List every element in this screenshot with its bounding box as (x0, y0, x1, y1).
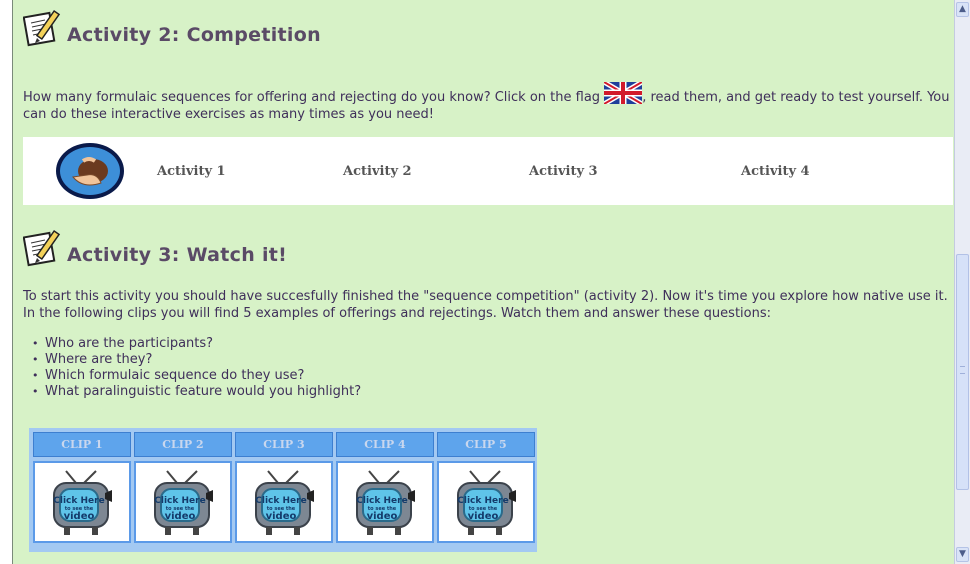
clip-4: CLIP 4 Click Here to see the video (336, 432, 434, 543)
tv-button-video: video (367, 511, 398, 522)
tv-button-text: Click Here (255, 496, 306, 506)
clip-video-button[interactable]: Click Here to see the video (33, 461, 131, 543)
question-item: Which formulaic sequence do they use? (32, 368, 361, 384)
scroll-down-arrow-icon[interactable]: ▼ (956, 547, 969, 562)
clip-header: CLIP 3 (235, 432, 333, 457)
clip-5: CLIP 5 Click Here to see the video (437, 432, 535, 543)
tv-click-here-icon[interactable]: Click Here to see the video (351, 469, 419, 537)
tv-click-here-icon[interactable]: Click Here to see the video (149, 469, 217, 537)
activity-3-link[interactable]: Activity 3 (529, 164, 598, 179)
clips-table: CLIP 1 Click Here to see the video CLIP … (29, 428, 537, 552)
question-item: Who are the participants? (32, 336, 361, 352)
tv-click-here-icon[interactable]: Click Here to see the video (48, 469, 116, 537)
activities-bar: Activity 1 Activity 2 Activity 3 Activit… (23, 137, 953, 205)
clip-video-button[interactable]: Click Here to see the video (437, 461, 535, 543)
question-item: What paralinguistic feature would you hi… (32, 384, 361, 400)
clip-3: CLIP 3 Click Here to see the video (235, 432, 333, 543)
clip-video-button[interactable]: Click Here to see the video (134, 461, 232, 543)
activity3-title: Activity 3: Watch it! (67, 244, 288, 266)
tv-button-video: video (468, 511, 499, 522)
clip-2: CLIP 2 Click Here to see the video (134, 432, 232, 543)
page-content: Activity 2: Competition How many formula… (12, 0, 961, 564)
tv-button-video: video (64, 511, 95, 522)
activity-1-link[interactable]: Activity 1 (157, 164, 226, 179)
activity2-description: How many formulaic sequences for offerin… (23, 79, 953, 123)
activity-2-link[interactable]: Activity 2 (343, 164, 412, 179)
scrollbar-thumb[interactable] (956, 254, 969, 490)
activity3-description: To start this activity you should have s… (23, 289, 948, 321)
activity-4-link[interactable]: Activity 4 (741, 164, 810, 179)
clip-header: CLIP 4 (336, 432, 434, 457)
tv-click-here-icon[interactable]: Click Here to see the video (250, 469, 318, 537)
tv-button-text: Click Here (356, 496, 407, 506)
scroll-up-arrow-icon[interactable]: ▲ (956, 2, 969, 17)
activity2-text-part1: How many formulaic sequences for offerin… (23, 90, 605, 105)
clip-1: CLIP 1 Click Here to see the video (33, 432, 131, 543)
notepad-pencil-icon (22, 228, 63, 268)
browser-frame: Activity 2: Competition How many formula… (0, 0, 970, 564)
clip-video-button[interactable]: Click Here to see the video (235, 461, 333, 543)
question-item: Where are they? (32, 352, 361, 368)
notepad-pencil-icon (22, 8, 63, 48)
tv-click-here-icon[interactable]: Click Here to see the video (452, 469, 520, 537)
tv-button-text: Click Here (154, 496, 205, 506)
tv-button-video: video (266, 511, 297, 522)
clip-video-button[interactable]: Click Here to see the video (336, 461, 434, 543)
activity2-heading: Activity 2: Competition (22, 8, 321, 48)
clip-header: CLIP 2 (134, 432, 232, 457)
scrollbar-grip-icon (960, 366, 965, 374)
vertical-scrollbar[interactable]: ▲ ▼ (954, 0, 970, 564)
uk-flag-icon[interactable] (602, 79, 644, 107)
tv-button-text: Click Here (457, 496, 508, 506)
clip-header: CLIP 1 (33, 432, 131, 457)
tv-button-text: Click Here (53, 496, 104, 506)
clip-header: CLIP 5 (437, 432, 535, 457)
activity3-heading: Activity 3: Watch it! (22, 228, 288, 268)
tv-button-video: video (165, 511, 196, 522)
hand-ball-logo (53, 141, 127, 201)
activity2-title: Activity 2: Competition (67, 24, 321, 46)
question-list: Who are the participants? Where are they… (23, 336, 361, 400)
